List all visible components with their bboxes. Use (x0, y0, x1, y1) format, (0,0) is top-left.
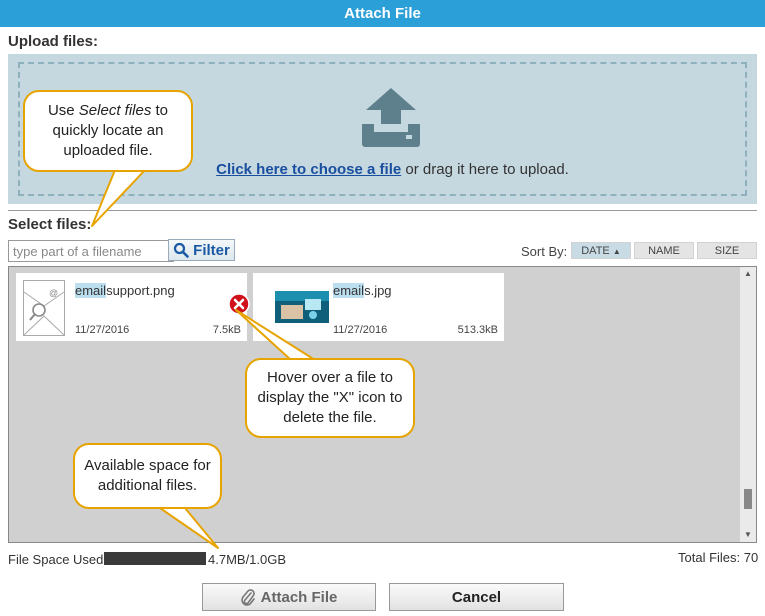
cancel-button[interactable]: Cancel (389, 583, 564, 611)
sort-date-label: DATE (581, 245, 610, 257)
filter-button-label: Filter (193, 241, 230, 259)
svg-text:@: @ (49, 288, 58, 298)
select-files-heading: Select files: (8, 216, 92, 233)
envelope-icon: @ (23, 280, 65, 336)
file-name: emails.jpg (333, 283, 392, 298)
scroll-down-arrow[interactable]: ▼ (740, 528, 756, 542)
sort-ascending-icon: ▲ (612, 247, 621, 256)
choose-file-link[interactable]: Click here to choose a file (216, 161, 401, 178)
file-space-value: 4.7MB/1.0GB (208, 552, 287, 567)
upload-files-heading: Upload files: (8, 33, 99, 50)
paperclip-icon (240, 589, 255, 606)
dialog-title: Attach File (0, 0, 765, 27)
search-icon (174, 242, 189, 258)
file-space-bar (104, 552, 206, 565)
file-space-label: File Space Used: (8, 552, 107, 567)
file-date: 11/27/2016 (75, 324, 130, 336)
delete-file-callout: Hover over a file to display the "X" ico… (245, 358, 415, 438)
file-date: 11/27/2016 (333, 324, 388, 336)
file-size: 513.3kB (457, 324, 498, 336)
file-name: emailsupport.png (75, 283, 175, 298)
select-files-callout: Use Select files to quickly locate an up… (23, 90, 193, 172)
scroll-up-arrow[interactable]: ▲ (740, 267, 756, 281)
total-files-count: Total Files: 70 (678, 550, 759, 565)
sort-by-label: Sort By: (521, 244, 568, 259)
attach-file-label: Attach File (260, 588, 338, 606)
filename-filter-input[interactable] (8, 240, 174, 262)
filter-button[interactable]: Filter (168, 239, 235, 261)
sort-size-button[interactable]: SIZE (697, 242, 757, 259)
available-space-callout: Available space for additional files. (73, 443, 222, 509)
section-divider (8, 210, 757, 211)
file-size: 7.5kB (212, 324, 241, 336)
upload-icon (362, 88, 420, 147)
delete-file-icon[interactable] (228, 293, 250, 315)
sort-date-button[interactable]: DATE ▲ (571, 242, 631, 259)
file-card[interactable]: @ emailsupport.png 11/27/2016 7.5kB (16, 273, 250, 341)
drag-upload-text: or drag it here to upload. (401, 161, 569, 178)
scroll-thumb[interactable] (744, 489, 752, 509)
file-card[interactable]: emails.jpg 11/27/2016 513.3kB (253, 273, 504, 341)
attach-file-button[interactable]: Attach File (202, 583, 376, 611)
photo-thumbnail (275, 291, 329, 323)
sort-name-button[interactable]: NAME (634, 242, 694, 259)
vertical-scrollbar[interactable]: ▲ ▼ (740, 267, 756, 542)
